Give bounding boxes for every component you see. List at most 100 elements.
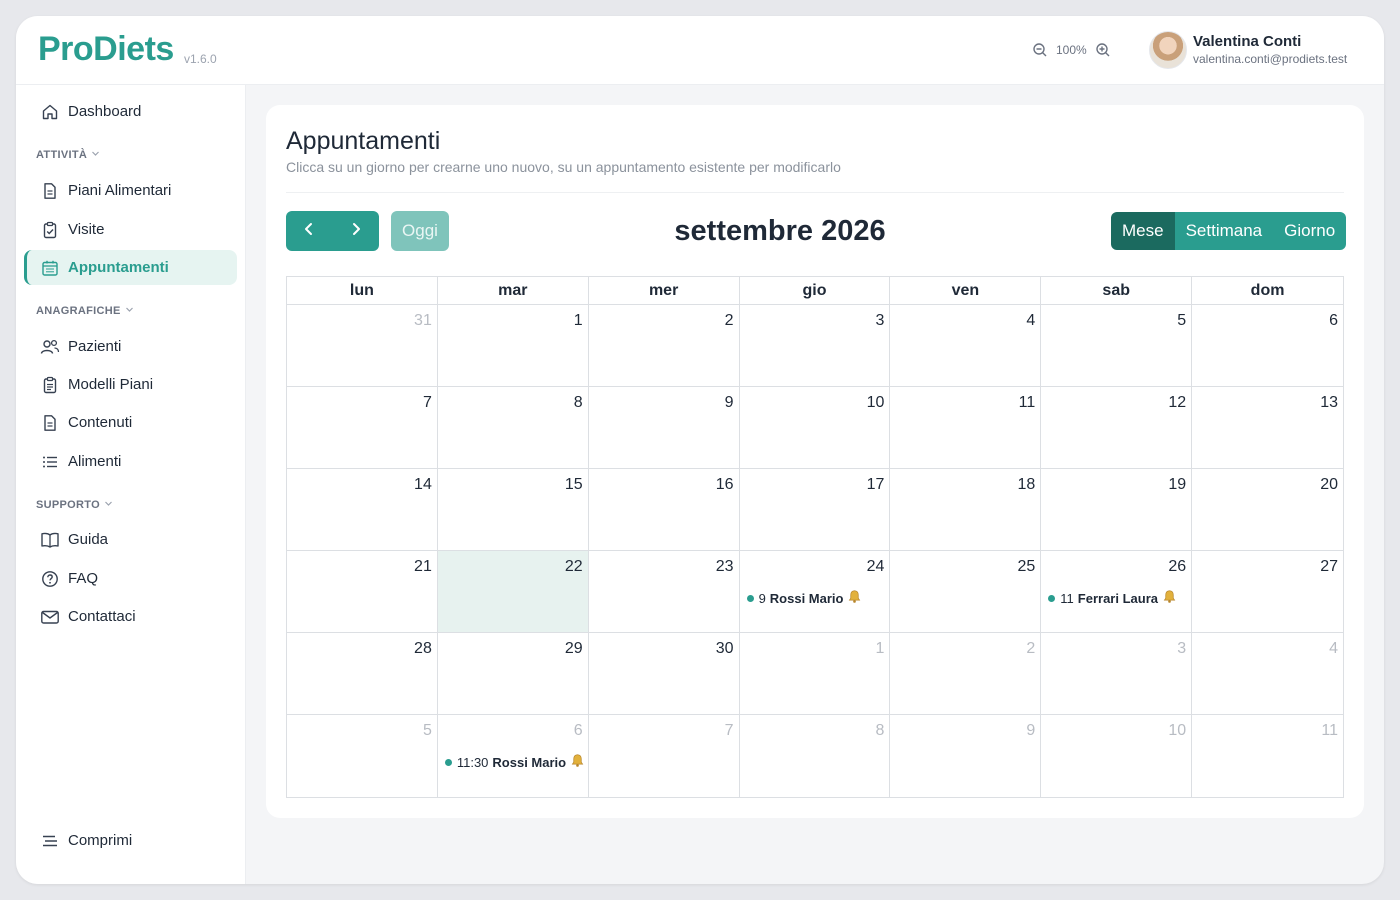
day-number[interactable]: 25: [1017, 558, 1035, 576]
calendar-day-cell[interactable]: 3: [1041, 633, 1193, 715]
calendar-day-cell[interactable]: 25: [890, 551, 1042, 633]
calendar-day-cell[interactable]: 1: [739, 633, 891, 715]
calendar-day-cell[interactable]: 12: [1041, 387, 1193, 469]
sidebar-item-guida[interactable]: Guida: [24, 522, 237, 557]
day-number[interactable]: 8: [876, 722, 885, 740]
day-number[interactable]: 13: [1320, 394, 1338, 412]
calendar-day-cell[interactable]: 10: [739, 387, 891, 469]
day-number[interactable]: 4: [1026, 312, 1035, 330]
day-number[interactable]: 5: [1177, 312, 1186, 330]
calendar-day-cell[interactable]: 9: [588, 387, 740, 469]
calendar-day-cell[interactable]: 13: [1192, 387, 1343, 469]
section-anagrafiche[interactable]: ANAGRAFICHE: [36, 305, 134, 317]
calendar-day-cell[interactable]: 19: [1041, 469, 1193, 551]
calendar-day-cell[interactable]: 24 9 Rossi Mario: [739, 551, 891, 633]
view-month-button[interactable]: Mese: [1111, 212, 1175, 250]
calendar-day-cell[interactable]: 9: [890, 715, 1042, 797]
calendar-day-cell[interactable]: 31: [287, 305, 438, 387]
day-number[interactable]: 9: [725, 394, 734, 412]
zoom-out-icon[interactable]: [1032, 42, 1048, 58]
day-number[interactable]: 27: [1320, 558, 1338, 576]
day-number[interactable]: 26: [1168, 558, 1186, 576]
day-number[interactable]: 29: [565, 640, 583, 658]
day-number[interactable]: 14: [414, 476, 432, 494]
app-logo[interactable]: ProDiets: [38, 30, 174, 69]
day-number[interactable]: 7: [725, 722, 734, 740]
day-number[interactable]: 30: [716, 640, 734, 658]
day-number[interactable]: 2: [1026, 640, 1035, 658]
sidebar-item-alimenti[interactable]: Alimenti: [24, 444, 237, 479]
calendar-day-cell[interactable]: 4: [890, 305, 1042, 387]
day-number[interactable]: 21: [414, 558, 432, 576]
sidebar-item-visite[interactable]: Visite: [24, 212, 237, 247]
day-number[interactable]: 18: [1017, 476, 1035, 494]
appointment-event[interactable]: 9 Rossi Mario: [746, 589, 863, 607]
appointment-event[interactable]: 11:30 Rossi Mario: [444, 753, 585, 771]
calendar-day-cell-today[interactable]: 22: [437, 551, 589, 633]
calendar-day-cell[interactable]: 26 11 Ferrari Laura: [1041, 551, 1193, 633]
sidebar-item-faq[interactable]: FAQ: [24, 561, 237, 596]
calendar-day-cell[interactable]: 8: [740, 715, 891, 797]
day-number[interactable]: 1: [876, 640, 885, 658]
day-number[interactable]: 19: [1168, 476, 1186, 494]
calendar-day-cell[interactable]: 3: [739, 305, 891, 387]
day-number[interactable]: 3: [876, 312, 885, 330]
day-number[interactable]: 28: [414, 640, 432, 658]
day-number[interactable]: 22: [565, 558, 583, 576]
calendar-day-cell[interactable]: 5: [287, 715, 438, 797]
calendar-day-cell[interactable]: 27: [1192, 551, 1343, 633]
day-number[interactable]: 7: [423, 394, 432, 412]
view-week-button[interactable]: Settimana: [1174, 212, 1274, 250]
sidebar-item-dashboard[interactable]: Dashboard: [24, 94, 237, 129]
day-number[interactable]: 9: [1026, 722, 1035, 740]
sidebar-item-appuntamenti[interactable]: Appuntamenti: [24, 250, 237, 285]
day-number[interactable]: 4: [1329, 640, 1338, 658]
zoom-in-icon[interactable]: [1095, 42, 1111, 58]
sidebar-item-contattaci[interactable]: Contattaci: [24, 599, 237, 634]
day-number[interactable]: 17: [867, 476, 885, 494]
calendar-day-cell[interactable]: 17: [739, 469, 891, 551]
day-number[interactable]: 11: [1019, 394, 1036, 412]
calendar-day-cell[interactable]: 11: [890, 387, 1042, 469]
day-number[interactable]: 15: [565, 476, 583, 494]
day-number[interactable]: 2: [725, 312, 734, 330]
calendar-day-cell[interactable]: 5: [1041, 305, 1193, 387]
calendar-day-cell[interactable]: 6 11:30 Rossi Mario: [438, 715, 589, 797]
sidebar-collapse-button[interactable]: Comprimi: [24, 823, 237, 858]
sidebar-item-piani-alimentari[interactable]: Piani Alimentari: [24, 173, 237, 208]
section-supporto[interactable]: SUPPORTO: [36, 499, 113, 511]
day-number[interactable]: 24: [867, 558, 885, 576]
avatar[interactable]: [1149, 31, 1187, 69]
calendar-day-cell[interactable]: 18: [890, 469, 1042, 551]
view-day-button[interactable]: Giorno: [1273, 212, 1347, 250]
calendar-day-cell[interactable]: 21: [287, 551, 438, 633]
calendar-day-cell[interactable]: 30: [588, 633, 740, 715]
calendar-day-cell[interactable]: 7: [287, 387, 438, 469]
day-number[interactable]: 10: [867, 394, 885, 412]
next-month-button[interactable]: [332, 211, 379, 251]
sidebar-item-contenuti[interactable]: Contenuti: [24, 405, 237, 440]
sidebar-item-pazienti[interactable]: Pazienti: [24, 329, 237, 364]
calendar-day-cell[interactable]: 2: [588, 305, 740, 387]
sidebar-item-modelli-piani[interactable]: Modelli Piani: [24, 367, 237, 402]
calendar-day-cell[interactable]: 29: [437, 633, 589, 715]
calendar-day-cell[interactable]: 16: [588, 469, 740, 551]
day-number[interactable]: 6: [1329, 312, 1338, 330]
day-number[interactable]: 5: [423, 722, 432, 740]
day-number[interactable]: 12: [1168, 394, 1186, 412]
calendar-day-cell[interactable]: 7: [589, 715, 740, 797]
calendar-day-cell[interactable]: 14: [287, 469, 438, 551]
calendar-day-cell[interactable]: 4: [1192, 633, 1343, 715]
prev-month-button[interactable]: [286, 211, 332, 251]
day-number[interactable]: 8: [574, 394, 583, 412]
section-attivita[interactable]: ATTIVITÀ: [36, 149, 100, 161]
calendar-day-cell[interactable]: 10: [1041, 715, 1193, 797]
calendar-day-cell[interactable]: 20: [1192, 469, 1343, 551]
calendar-day-cell[interactable]: 1: [437, 305, 589, 387]
calendar-day-cell[interactable]: 8: [437, 387, 589, 469]
calendar-day-cell[interactable]: 23: [588, 551, 740, 633]
calendar-day-cell[interactable]: 15: [437, 469, 589, 551]
calendar-day-cell[interactable]: 28: [287, 633, 438, 715]
user-name[interactable]: Valentina Conti: [1193, 33, 1301, 50]
day-number[interactable]: 10: [1168, 722, 1186, 740]
